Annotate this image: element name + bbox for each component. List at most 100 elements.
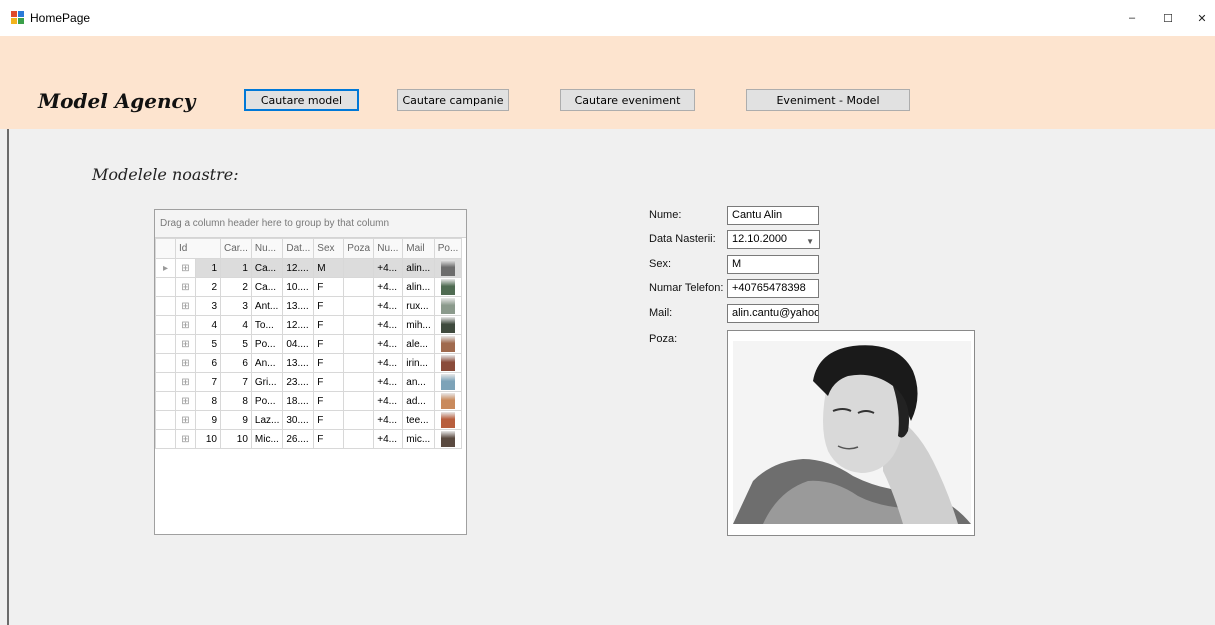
- row-indicator: [155, 391, 176, 411]
- row-indicator: [155, 334, 176, 354]
- poza-label: Poza:: [649, 333, 678, 345]
- expand-icon[interactable]: ⊞: [175, 258, 196, 278]
- cell-data: 12....: [282, 258, 315, 278]
- cell-id: 10: [195, 429, 221, 449]
- cell-mail: alin...: [402, 277, 435, 297]
- column-header-data[interactable]: Dat...: [282, 238, 315, 259]
- expand-icon[interactable]: ⊞: [175, 372, 196, 392]
- minimize-button[interactable]: –: [1112, 6, 1152, 30]
- cell-sex: F: [313, 391, 345, 411]
- cell-id: 8: [195, 391, 221, 411]
- expand-icon[interactable]: ⊞: [175, 315, 196, 335]
- cell-sex: F: [313, 353, 345, 373]
- search-model-button[interactable]: Cautare model: [244, 89, 359, 111]
- row-indicator: [155, 410, 176, 430]
- mail-field[interactable]: alin.cantu@yahoo.c: [727, 304, 819, 323]
- mail-label: Mail:: [649, 307, 673, 319]
- cell-poza: [343, 315, 375, 335]
- table-row[interactable]: ⊞ 4 4 To... 12.... F +4... mih...: [155, 315, 463, 335]
- photo-thumbnail: [441, 279, 456, 295]
- column-header-id[interactable]: Id: [175, 238, 221, 259]
- group-by-panel[interactable]: Drag a column header here to group by th…: [155, 210, 466, 238]
- cell-telefon: +4...: [373, 296, 404, 316]
- column-header-car[interactable]: Car...: [220, 238, 252, 259]
- data-nasterii-label: Data Nasterii:: [649, 233, 716, 245]
- column-header-poza-img[interactable]: Po...: [433, 238, 463, 259]
- cell-id: 9: [195, 410, 221, 430]
- cell-nume: Po...: [250, 391, 284, 411]
- window-title: HomePage: [30, 11, 91, 25]
- cell-sex: F: [313, 277, 345, 297]
- cell-car: 9: [220, 410, 252, 430]
- column-header-nume[interactable]: Nu...: [250, 238, 284, 259]
- chevron-down-icon[interactable]: ▼: [806, 233, 814, 250]
- cell-sex: F: [313, 429, 345, 449]
- cell-poza: [343, 296, 375, 316]
- expand-icon[interactable]: ⊞: [175, 296, 196, 316]
- cell-data: 04....: [282, 334, 315, 354]
- row-indicator: [155, 372, 176, 392]
- cell-nume: Laz...: [250, 410, 284, 430]
- expand-icon[interactable]: ⊞: [175, 391, 196, 411]
- cell-id: 7: [195, 372, 221, 392]
- expand-icon[interactable]: ⊞: [175, 277, 196, 297]
- expand-icon[interactable]: ⊞: [175, 353, 196, 373]
- expand-icon[interactable]: ⊞: [175, 429, 196, 449]
- sex-field[interactable]: M: [727, 255, 819, 274]
- cell-poza: [343, 372, 375, 392]
- table-row[interactable]: ⊞ 10 10 Mic... 26.... F +4... mic...: [155, 429, 463, 449]
- window-left-edge: [7, 129, 9, 625]
- nume-field[interactable]: Cantu Alin: [727, 206, 819, 225]
- column-header-poza[interactable]: Poza: [343, 238, 375, 259]
- telefon-field[interactable]: +40765478398: [727, 279, 819, 298]
- cell-nume: Gri...: [250, 372, 284, 392]
- cell-nume: Ca...: [250, 277, 284, 297]
- cell-car: 3: [220, 296, 252, 316]
- cell-id: 6: [195, 353, 221, 373]
- cell-car: 10: [220, 429, 252, 449]
- photo-thumbnail: [441, 393, 456, 409]
- cell-photo-thumb: [433, 315, 463, 335]
- table-row[interactable]: ⊞ 3 3 Ant... 13.... F +4... rux...: [155, 296, 463, 316]
- cell-nume: Ant...: [250, 296, 284, 316]
- cell-sex: F: [313, 410, 345, 430]
- cell-photo-thumb: [433, 410, 463, 430]
- cell-telefon: +4...: [373, 391, 404, 411]
- cell-car: 4: [220, 315, 252, 335]
- cell-mail: tee...: [402, 410, 435, 430]
- cell-id: 1: [195, 258, 221, 278]
- table-row[interactable]: ⊞ 6 6 An... 13.... F +4... irin...: [155, 353, 463, 373]
- column-header-sex[interactable]: Sex: [313, 238, 345, 259]
- cell-poza: [343, 353, 375, 373]
- table-row[interactable]: ⊞ 5 5 Po... 04.... F +4... ale...: [155, 334, 463, 354]
- cell-mail: alin...: [402, 258, 435, 278]
- search-event-button[interactable]: Cautare eveniment: [560, 89, 695, 111]
- row-indicator: [155, 353, 176, 373]
- cell-id: 3: [195, 296, 221, 316]
- column-header-telefon[interactable]: Nu...: [373, 238, 404, 259]
- table-row[interactable]: ⊞ 8 8 Po... 18.... F +4... ad...: [155, 391, 463, 411]
- cell-photo-thumb: [433, 296, 463, 316]
- nume-label: Nume:: [649, 209, 682, 221]
- table-row[interactable]: ⊞ 9 9 Laz... 30.... F +4... tee...: [155, 410, 463, 430]
- data-nasterii-picker[interactable]: 12.10.2000 ▼: [727, 230, 820, 249]
- cell-id: 2: [195, 277, 221, 297]
- models-grid[interactable]: Drag a column header here to group by th…: [154, 209, 467, 535]
- table-row[interactable]: ⊞ 2 2 Ca... 10.... F +4... alin...: [155, 277, 463, 297]
- cell-data: 13....: [282, 296, 315, 316]
- expand-icon[interactable]: ⊞: [175, 334, 196, 354]
- cell-car: 7: [220, 372, 252, 392]
- event-model-button[interactable]: Eveniment - Model: [746, 89, 910, 111]
- table-row[interactable]: ▸ ⊞ 1 1 Ca... 12.... M +4... alin...: [155, 258, 463, 278]
- table-row[interactable]: ⊞ 7 7 Gri... 23.... F +4... an...: [155, 372, 463, 392]
- cell-mail: mih...: [402, 315, 435, 335]
- column-header-mail[interactable]: Mail: [402, 238, 435, 259]
- cell-photo-thumb: [433, 372, 463, 392]
- search-campaign-button[interactable]: Cautare campanie: [397, 89, 509, 111]
- close-button[interactable]: ✕: [1182, 6, 1215, 30]
- cell-telefon: +4...: [373, 372, 404, 392]
- cell-mail: ale...: [402, 334, 435, 354]
- expand-icon[interactable]: ⊞: [175, 410, 196, 430]
- model-photo: [733, 341, 971, 524]
- section-title: Modelele noastre:: [92, 165, 239, 184]
